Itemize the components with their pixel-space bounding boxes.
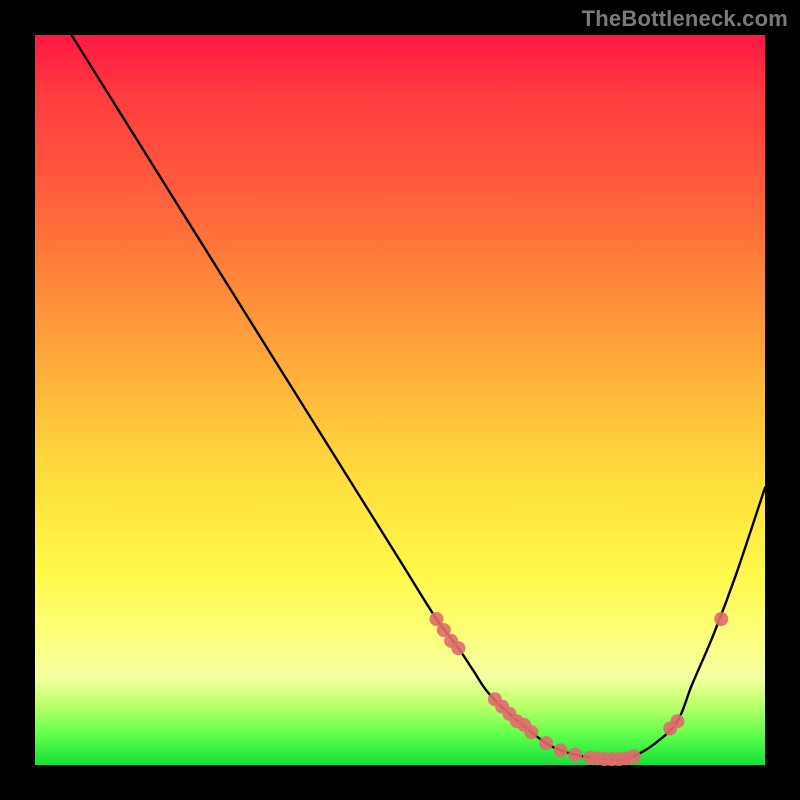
data-marker bbox=[714, 612, 728, 626]
data-marker bbox=[524, 725, 538, 739]
bottleneck-curve bbox=[72, 35, 766, 760]
data-marker bbox=[539, 736, 553, 750]
data-marker bbox=[568, 748, 582, 762]
data-marker bbox=[554, 743, 568, 757]
chart-frame: TheBottleneck.com bbox=[0, 0, 800, 800]
plot-area bbox=[35, 35, 765, 765]
data-marker bbox=[670, 714, 684, 728]
watermark-text: TheBottleneck.com bbox=[582, 6, 788, 32]
data-marker bbox=[627, 749, 641, 763]
chart-svg bbox=[35, 35, 765, 765]
data-marker bbox=[451, 641, 465, 655]
data-markers bbox=[430, 612, 729, 766]
